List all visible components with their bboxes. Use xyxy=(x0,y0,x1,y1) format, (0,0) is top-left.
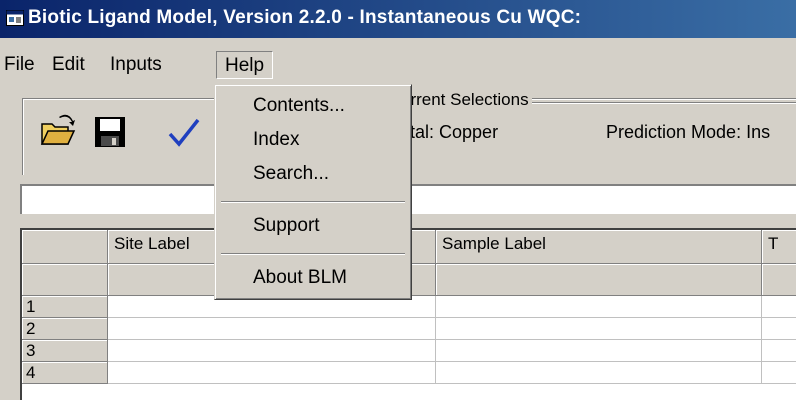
menu-item-search[interactable]: Search... xyxy=(253,163,329,185)
grid-cell[interactable] xyxy=(108,340,436,362)
grid-cell[interactable] xyxy=(436,362,762,384)
open-folder-icon[interactable] xyxy=(38,112,78,152)
prediction-mode: Prediction Mode: Ins xyxy=(606,122,771,142)
grid-corner-cell xyxy=(22,230,108,264)
menu-edit[interactable]: Edit xyxy=(52,52,85,78)
menu-separator xyxy=(221,253,405,255)
metal-selection: etal: Copper xyxy=(400,122,499,142)
grid-cell[interactable] xyxy=(436,318,762,340)
menu-help[interactable]: Help xyxy=(216,51,274,79)
grid-cell[interactable] xyxy=(108,318,436,340)
units-row-corner xyxy=(22,264,108,296)
column-header-sample-label[interactable]: Sample Label xyxy=(436,230,762,264)
column-header-t[interactable]: T xyxy=(762,230,796,264)
grid-cell[interactable] xyxy=(108,362,436,384)
checkmark-icon[interactable] xyxy=(164,112,204,152)
floppy-save-icon[interactable] xyxy=(90,112,130,152)
menu-separator xyxy=(221,201,405,203)
units-row-cell xyxy=(762,264,796,296)
menu-item-support[interactable]: Support xyxy=(253,215,320,237)
help-dropdown-menu: Contents... Index Search... Support Abou… xyxy=(214,84,412,300)
app-icon xyxy=(6,10,24,26)
menu-item-about-blm[interactable]: About BLM xyxy=(253,267,347,289)
grid-cell[interactable] xyxy=(762,340,796,362)
current-selections-legend: urrent Selections xyxy=(398,90,532,110)
row-header-2[interactable]: 2 xyxy=(22,318,108,340)
menu-item-contents[interactable]: Contents... xyxy=(253,95,345,117)
menu-file[interactable]: File xyxy=(4,52,35,78)
grid-cell[interactable] xyxy=(436,340,762,362)
grid-cell[interactable] xyxy=(762,362,796,384)
grid-cell[interactable] xyxy=(436,296,762,318)
row-header-3[interactable]: 3 xyxy=(22,340,108,362)
menu-inputs[interactable]: Inputs xyxy=(110,52,162,78)
units-row-cell xyxy=(436,264,762,296)
menu-item-index[interactable]: Index xyxy=(253,129,299,151)
window-title: Biotic Ligand Model, Version 2.2.0 - Ins… xyxy=(28,7,582,28)
row-header-4[interactable]: 4 xyxy=(22,362,108,384)
menu-bar: File Edit Inputs Help xyxy=(0,38,796,88)
grid-cell[interactable] xyxy=(762,296,796,318)
row-header-1[interactable]: 1 xyxy=(22,296,108,318)
column-header-site-label[interactable]: Site Label xyxy=(108,230,218,264)
title-bar: Biotic Ligand Model, Version 2.2.0 - Ins… xyxy=(0,0,796,38)
grid-cell[interactable] xyxy=(762,318,796,340)
